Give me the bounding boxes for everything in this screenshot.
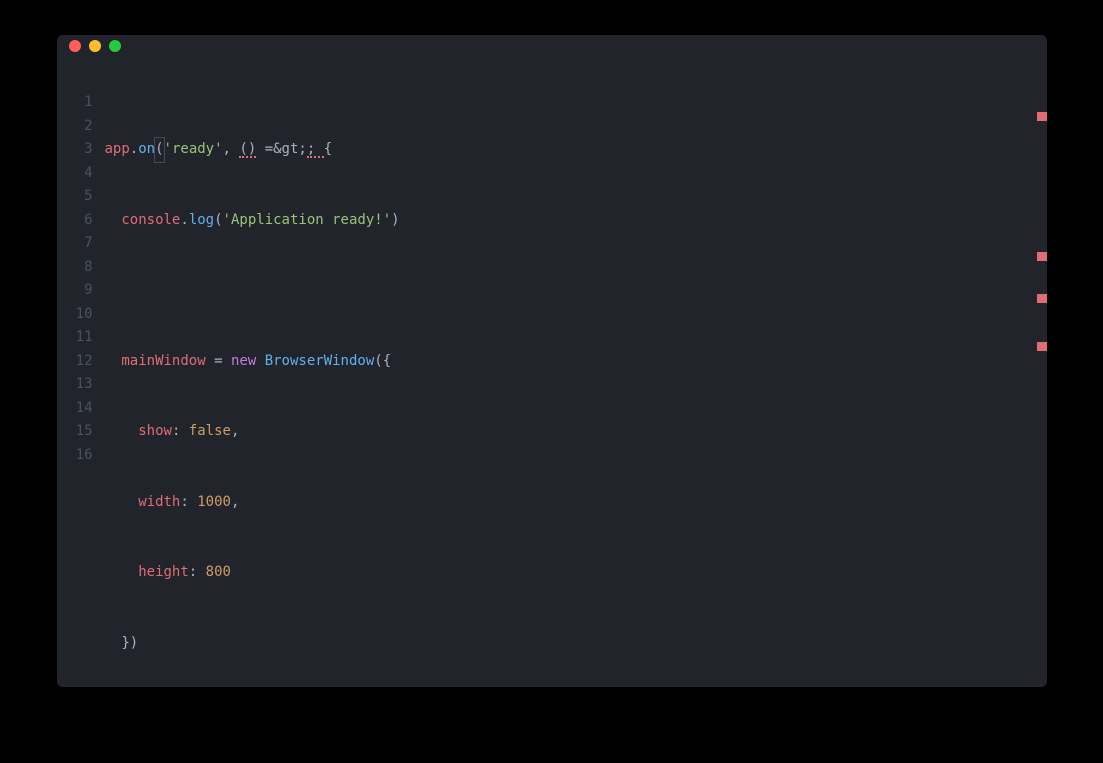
line-number: 16 — [57, 444, 93, 468]
minimize-icon[interactable] — [89, 40, 101, 52]
token: 'Application ready!' — [223, 212, 392, 228]
token: 800 — [206, 564, 231, 580]
token: { — [324, 141, 332, 157]
token: ({ — [374, 353, 391, 369]
token: new — [231, 353, 256, 369]
error-marker-icon[interactable] — [1037, 112, 1047, 121]
line-number: 7 — [57, 232, 93, 256]
code-line[interactable] — [103, 279, 1047, 303]
code-line[interactable]: }) — [103, 632, 1047, 656]
token: , — [231, 423, 239, 439]
token: : — [172, 423, 189, 439]
traffic-lights — [69, 40, 121, 52]
code-line[interactable]: console.log('Application ready!') — [103, 209, 1047, 233]
token: }) — [121, 635, 138, 651]
line-number: 1 — [57, 91, 93, 115]
code-line[interactable]: show: false, — [103, 420, 1047, 444]
line-number: 5 — [57, 185, 93, 209]
line-number: 13 — [57, 373, 93, 397]
titlebar[interactable] — [57, 35, 1047, 57]
token-error: ; — [307, 142, 324, 158]
token: false — [189, 423, 231, 439]
token: log — [189, 212, 214, 228]
token: : — [189, 564, 206, 580]
editor-window: 1 2 3 4 5 6 7 8 9 10 11 12 13 14 15 16 a… — [57, 35, 1047, 687]
code-line[interactable]: app.on('ready', () =&gt;; { — [103, 138, 1047, 162]
line-number-gutter: 1 2 3 4 5 6 7 8 9 10 11 12 13 14 15 16 — [57, 57, 103, 687]
token: height — [138, 564, 189, 580]
error-marker-icon[interactable] — [1037, 294, 1047, 303]
token: show — [138, 423, 172, 439]
line-number: 2 — [57, 115, 93, 139]
maximize-icon[interactable] — [109, 40, 121, 52]
line-number: 14 — [57, 397, 93, 421]
token: console — [121, 212, 180, 228]
token: ( — [214, 212, 222, 228]
token — [105, 353, 122, 369]
error-marker-icon[interactable] — [1037, 252, 1047, 261]
token: 1000 — [197, 494, 231, 510]
token: mainWindow — [121, 353, 205, 369]
token — [105, 423, 139, 439]
line-number: 8 — [57, 256, 93, 280]
line-number: 15 — [57, 420, 93, 444]
token: on — [138, 141, 155, 157]
token: BrowserWindow — [265, 353, 375, 369]
error-marker-icon[interactable] — [1037, 342, 1047, 351]
editor-container: 1 2 3 4 5 6 7 8 9 10 11 12 13 14 15 16 a… — [57, 57, 1047, 687]
line-number: 10 — [57, 303, 93, 327]
minimap-scrollbar[interactable] — [1032, 57, 1047, 687]
code-line[interactable]: width: 1000, — [103, 491, 1047, 515]
token: , — [231, 494, 239, 510]
token-error: () — [239, 142, 256, 158]
token — [105, 635, 122, 651]
token: app — [105, 141, 130, 157]
line-number: 4 — [57, 162, 93, 186]
token: = — [206, 353, 231, 369]
token: ) — [391, 212, 399, 228]
token: width — [138, 494, 180, 510]
token — [256, 353, 264, 369]
token: : — [180, 494, 197, 510]
token — [105, 564, 139, 580]
line-number: 6 — [57, 209, 93, 233]
token: , — [223, 141, 240, 157]
token — [105, 494, 139, 510]
line-number: 9 — [57, 279, 93, 303]
token: =&gt; — [256, 141, 307, 157]
token: 'ready' — [164, 141, 223, 157]
code-line[interactable]: height: 800 — [103, 561, 1047, 585]
token: . — [180, 212, 188, 228]
line-number: 3 — [57, 138, 93, 162]
token — [105, 212, 122, 228]
code-line[interactable]: mainWindow = new BrowserWindow({ — [103, 350, 1047, 374]
close-icon[interactable] — [69, 40, 81, 52]
code-area[interactable]: app.on('ready', () =&gt;; { console.log(… — [103, 57, 1047, 687]
token: . — [130, 141, 138, 157]
line-number: 12 — [57, 350, 93, 374]
line-number: 11 — [57, 326, 93, 350]
